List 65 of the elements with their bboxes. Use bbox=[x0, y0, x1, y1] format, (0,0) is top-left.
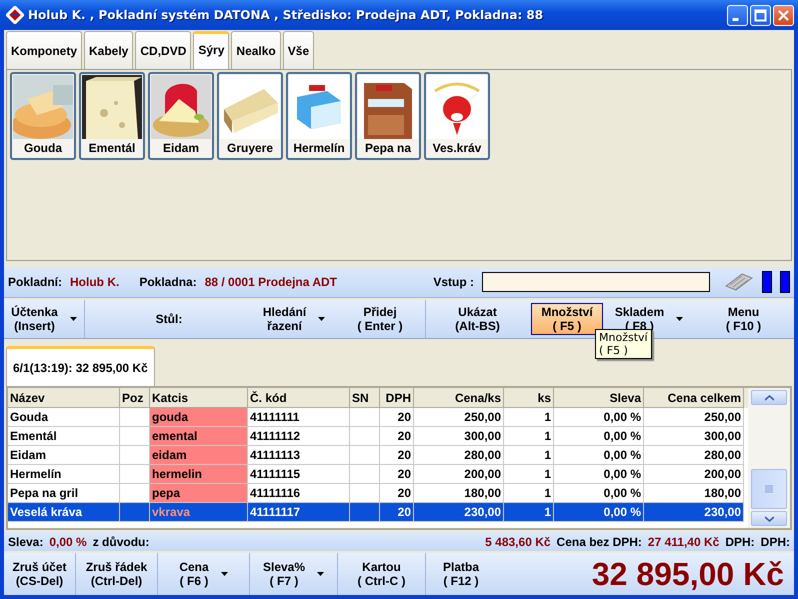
table-cell: 41111117 bbox=[248, 503, 350, 522]
product-label: Ementál bbox=[88, 141, 136, 155]
table-cell: pepa bbox=[150, 484, 248, 503]
table-cell: 230,00 bbox=[644, 503, 744, 522]
cashier-label: Pokladní: bbox=[8, 275, 62, 289]
table-cell: Eidam bbox=[8, 446, 120, 465]
table-cell: 0,00 % bbox=[554, 465, 644, 484]
table-cell: 250,00 bbox=[644, 408, 744, 427]
summary-label: DPH: bbox=[725, 534, 755, 548]
table-cell: 1 bbox=[504, 465, 554, 484]
summary-value: 5 483,60 Kč bbox=[485, 534, 551, 548]
table-cell: 200,00 bbox=[414, 465, 504, 484]
table-label: Stůl: bbox=[156, 312, 182, 326]
table-cell: Hermelín bbox=[8, 465, 120, 484]
product-label: Eidam bbox=[162, 141, 199, 155]
table-cell: Ementál bbox=[8, 427, 120, 446]
table-cell: 20 bbox=[380, 446, 414, 465]
table-cell: Gouda bbox=[8, 408, 120, 427]
table-cell: 41111112 bbox=[248, 427, 350, 446]
summary-label: DPH: bbox=[760, 534, 790, 548]
table-cell: gouda bbox=[150, 408, 248, 427]
register-label: Pokladna: bbox=[139, 275, 197, 289]
table-cell: 1 bbox=[504, 408, 554, 427]
table-cell: 20 bbox=[380, 503, 414, 522]
table-cell: 20 bbox=[380, 427, 414, 446]
table-cell: hermelin bbox=[150, 465, 248, 484]
table-cell: vkrava bbox=[150, 503, 248, 522]
table-cell: 20 bbox=[380, 465, 414, 484]
table-cell: 200,00 bbox=[644, 465, 744, 484]
table-cell: emental bbox=[150, 427, 248, 446]
table-cell: 0,00 % bbox=[554, 408, 644, 427]
input-label: Vstup : bbox=[433, 275, 474, 289]
product-label: Hermelín bbox=[293, 141, 345, 155]
summary-label: z důvodu: bbox=[92, 534, 150, 548]
table-cell: eidam bbox=[150, 446, 248, 465]
tooltip: Množství ( F5 ) bbox=[595, 329, 652, 359]
table-cell: 300,00 bbox=[644, 427, 744, 446]
table-cell: 20 bbox=[380, 408, 414, 427]
summary-value: 27 411,40 Kč bbox=[648, 534, 720, 548]
window-title: Holub K. , Pokladní systém DATONA , Středisko: Prodejna ADT, Pokladna: 88 bbox=[28, 8, 544, 22]
table-cell: 0,00 % bbox=[554, 503, 644, 522]
table-cell: 41111111 bbox=[248, 408, 350, 427]
table-cell: 41111115 bbox=[248, 465, 350, 484]
table-cell: 280,00 bbox=[414, 446, 504, 465]
product-label: Ves.kráv bbox=[432, 141, 482, 155]
table-cell: Veselá kráva bbox=[8, 503, 120, 522]
table-cell: 250,00 bbox=[414, 408, 504, 427]
product-label: Pepa na bbox=[364, 141, 412, 155]
total-amount: 32 895,00 Kč bbox=[590, 556, 785, 592]
table-cell: 0,00 % bbox=[554, 427, 644, 446]
summary-label: Cena bez DPH: bbox=[556, 534, 642, 548]
table-cell: 1 bbox=[504, 427, 554, 446]
table-cell: 1 bbox=[504, 503, 554, 522]
product-label: Gruyere bbox=[226, 141, 274, 155]
summary-value: 0,00 % bbox=[49, 534, 87, 548]
summary-label: Sleva: bbox=[8, 534, 44, 548]
table-cell: 41111113 bbox=[248, 446, 350, 465]
table-cell: 0,00 % bbox=[554, 446, 644, 465]
register-value: 88 / 0001 Prodejna ADT bbox=[204, 275, 337, 289]
table-cell: 280,00 bbox=[644, 446, 744, 465]
table-cell: 300,00 bbox=[414, 427, 504, 446]
table-cell: 230,00 bbox=[414, 503, 504, 522]
cashier-name: Holub K. bbox=[70, 275, 120, 289]
product-label: Gouda bbox=[24, 141, 62, 155]
table-cell: 1 bbox=[504, 446, 554, 465]
